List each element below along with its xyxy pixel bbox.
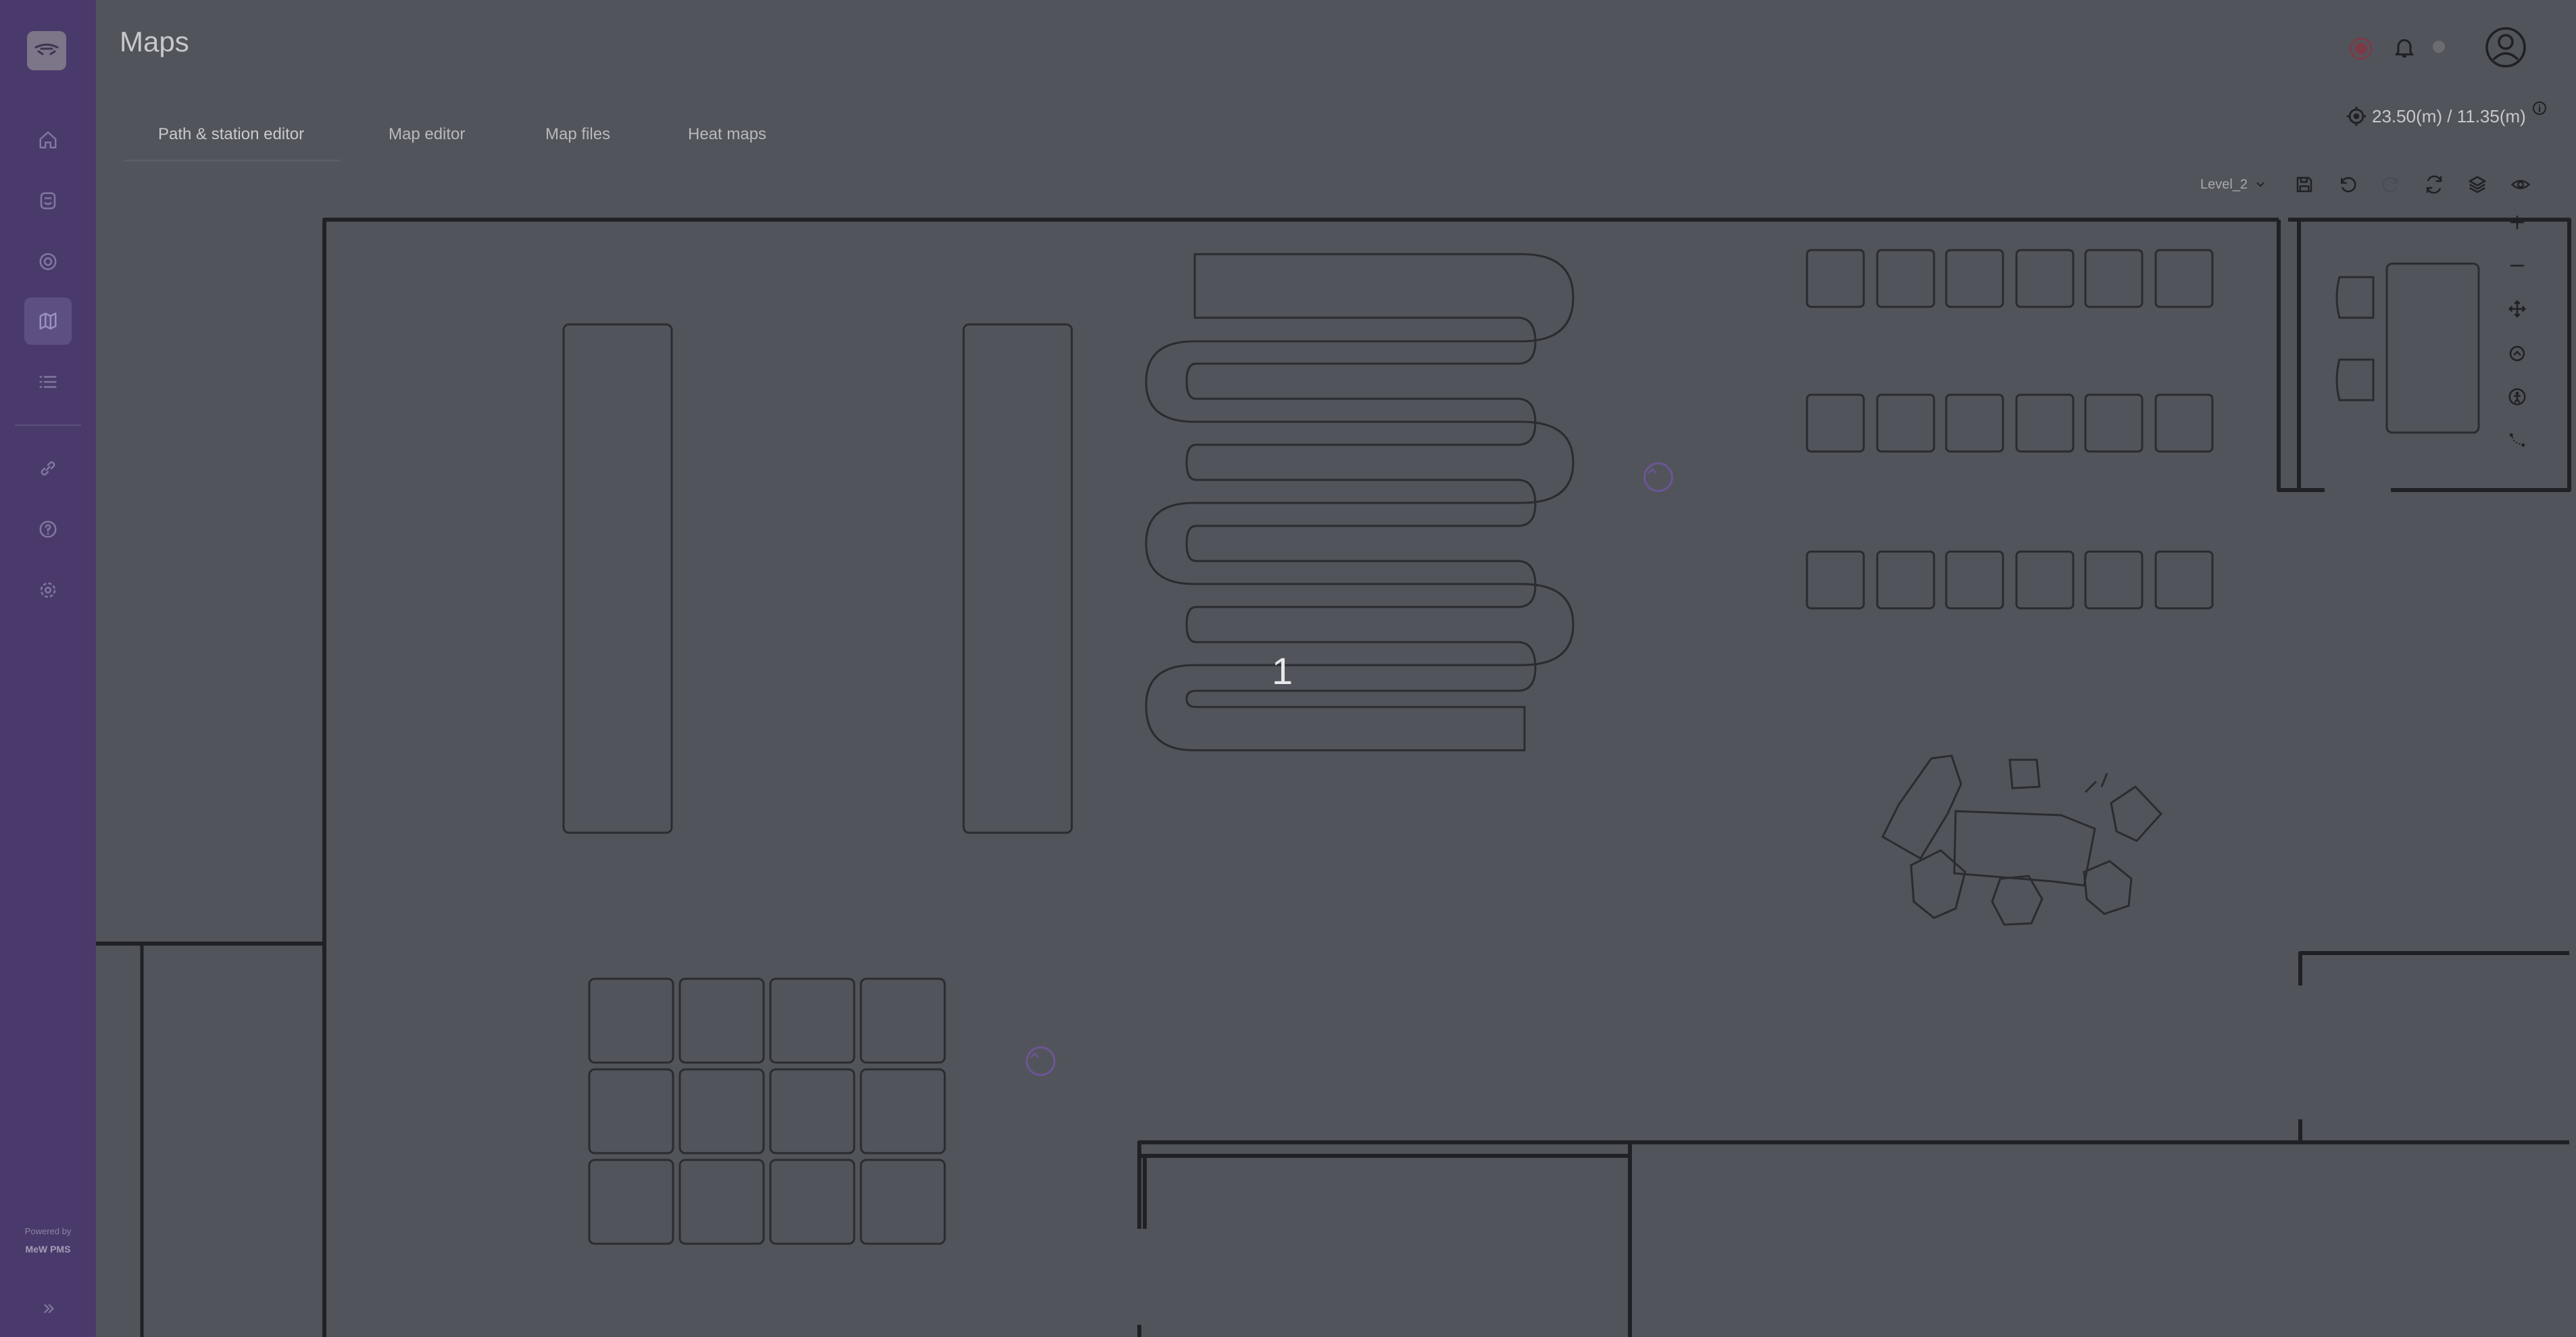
add-person-button[interactable] <box>2507 387 2534 414</box>
bell-icon <box>2395 39 2414 57</box>
coordinates-info-button[interactable] <box>2530 99 2549 118</box>
record-button[interactable] <box>2346 34 2376 64</box>
status-dot-icon <box>2433 41 2445 53</box>
chevron-up-icon <box>1648 468 1657 474</box>
active-tab-indicator <box>124 160 341 162</box>
layers-icon <box>2469 176 2486 193</box>
visibility-button[interactable] <box>2507 171 2534 198</box>
redo-icon <box>2382 177 2398 193</box>
tab-heat-maps[interactable]: Heat maps <box>688 119 766 160</box>
path-icon <box>2509 433 2525 447</box>
rack-grid-left <box>588 977 946 1245</box>
cursor-coordinates: 23.50(m) / 11.35(m) <box>2345 103 2526 130</box>
record-icon <box>2350 37 2373 60</box>
sidebar-expand-button[interactable] <box>35 1296 62 1321</box>
save-button[interactable] <box>2291 171 2318 198</box>
info-icon <box>2533 101 2546 115</box>
tab-map-files[interactable]: Map files <box>545 119 610 160</box>
notifications-button[interactable] <box>2389 32 2419 62</box>
move-icon <box>2508 299 2527 318</box>
layers-button[interactable] <box>2464 171 2491 198</box>
zoom-in-button[interactable] <box>2507 212 2534 239</box>
lounge-furniture <box>1881 754 2163 926</box>
add-station-button[interactable] <box>2507 343 2534 370</box>
refresh-icon <box>2426 175 2442 194</box>
level-select-value: Level_2 <box>2200 176 2248 192</box>
powered-by-label: Powered by <box>24 1226 72 1236</box>
sidebar-item-home[interactable] <box>24 116 72 164</box>
rack-grid-right <box>1806 249 2214 610</box>
user-avatar-button[interactable] <box>2483 24 2529 70</box>
sidebar-item-targets[interactable] <box>24 238 72 285</box>
area-label: 1 <box>1272 650 1293 692</box>
undo-icon <box>2341 177 2356 193</box>
sidebar-item-list[interactable] <box>24 358 72 406</box>
list-icon <box>39 376 57 388</box>
zoom-out-button[interactable] <box>2507 256 2534 283</box>
undo-button[interactable] <box>2334 171 2361 198</box>
level-select[interactable]: Level_2 <box>2200 172 2267 197</box>
add-path-button[interactable] <box>2507 430 2534 457</box>
map-canvas[interactable]: 1 <box>96 203 2576 1337</box>
sidebar-item-integrations[interactable] <box>24 445 72 492</box>
sidebar-item-help[interactable] <box>24 506 72 553</box>
redo-button[interactable] <box>2377 171 2404 198</box>
station-marker[interactable] <box>1026 1046 1056 1076</box>
sidebar-item-robots[interactable] <box>24 177 72 224</box>
coordinates-value: 23.50(m) / 11.35(m) <box>2372 105 2526 126</box>
floor-plan <box>96 218 2571 1337</box>
outer-wall-left <box>140 942 324 1337</box>
map-icon <box>39 312 57 330</box>
minus-icon <box>2510 264 2524 267</box>
sidebar-item-maps[interactable] <box>24 297 72 345</box>
tab-path-station-editor[interactable]: Path & station editor <box>158 119 304 160</box>
station-marker[interactable] <box>1643 462 1673 492</box>
pan-button[interactable] <box>2507 299 2534 326</box>
sidebar-divider <box>15 424 81 426</box>
shelves <box>562 323 1073 834</box>
robot-icon <box>40 192 56 210</box>
settings-icon <box>40 582 56 598</box>
tab-map-editor[interactable]: Map editor <box>389 119 465 160</box>
sidebar: Powered by MeW PMS <box>0 0 96 1337</box>
user-icon <box>2485 27 2526 68</box>
plus-icon <box>2510 216 2524 229</box>
person-icon <box>2508 388 2526 406</box>
station-icon <box>2509 345 2525 362</box>
link-icon <box>41 461 55 476</box>
target-icon <box>39 253 57 270</box>
home-icon <box>39 131 57 149</box>
walls <box>96 218 2571 1337</box>
chevron-up-icon <box>1030 1052 1039 1058</box>
page-title: Maps <box>120 26 189 57</box>
logo-icon <box>34 43 59 55</box>
connection-status-indicator <box>2430 38 2448 55</box>
chevron-down-icon <box>2256 182 2264 187</box>
eye-icon <box>2510 180 2531 189</box>
crosshair-icon <box>2346 106 2367 126</box>
help-icon <box>39 520 57 538</box>
app-logo[interactable] <box>27 31 66 70</box>
double-chevron-right-icon <box>44 1304 55 1313</box>
sidebar-item-settings[interactable] <box>24 566 72 614</box>
powered-by-brand: MeW PMS <box>25 1244 71 1255</box>
refresh-button[interactable] <box>2421 171 2448 198</box>
save-icon <box>2296 176 2312 193</box>
meeting-room-furniture <box>2335 262 2480 434</box>
